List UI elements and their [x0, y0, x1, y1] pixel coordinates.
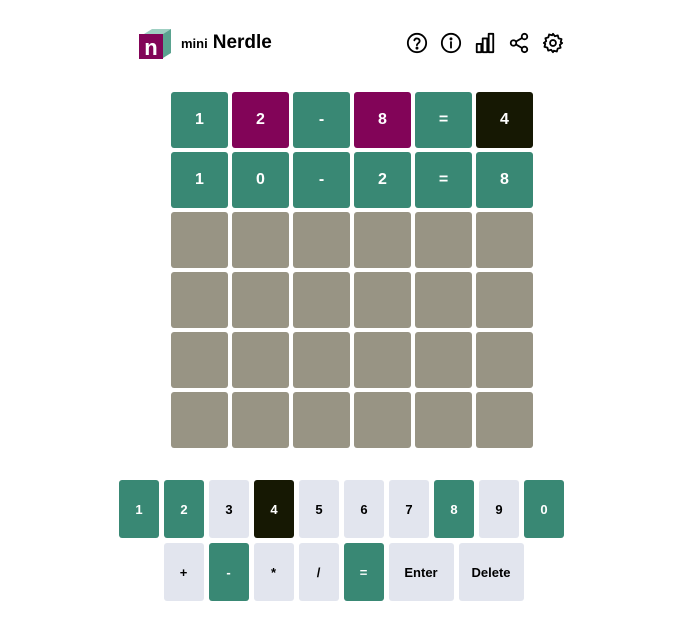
tile: = — [415, 152, 472, 208]
keyboard-row-operators: + - * / = Enter Delete — [0, 543, 679, 601]
help-icon[interactable] — [406, 32, 428, 54]
mini-label: mini — [181, 36, 208, 51]
tile: 4 — [476, 92, 533, 148]
tile: - — [293, 152, 350, 208]
tile: 1 — [171, 92, 228, 148]
stats-icon[interactable] — [474, 32, 496, 54]
guess-row-2: 1 0 - 2 = 8 — [171, 152, 533, 208]
key-9[interactable]: 9 — [479, 480, 519, 538]
game-board: 1 2 - 8 = 4 1 0 - 2 = 8 — [171, 92, 533, 452]
key-minus[interactable]: - — [208, 543, 249, 601]
tile — [232, 332, 289, 388]
tile: - — [293, 92, 350, 148]
tile — [415, 212, 472, 268]
tile — [293, 212, 350, 268]
tile — [354, 332, 411, 388]
key-1[interactable]: 1 — [119, 480, 159, 538]
key-3[interactable]: 3 — [209, 480, 249, 538]
header-icons — [406, 32, 564, 54]
settings-icon[interactable] — [542, 32, 564, 54]
info-icon[interactable] — [440, 32, 462, 54]
logo-letter: n — [144, 35, 157, 60]
tile — [232, 272, 289, 328]
tile — [171, 332, 228, 388]
tile — [171, 212, 228, 268]
tile — [354, 272, 411, 328]
tile — [476, 272, 533, 328]
guess-row-5 — [171, 332, 533, 388]
tile — [232, 392, 289, 448]
enter-button[interactable]: Enter — [388, 543, 454, 601]
tile — [171, 392, 228, 448]
share-icon[interactable] — [508, 32, 530, 54]
brand: mini Nerdle — [181, 32, 272, 54]
tile — [354, 392, 411, 448]
key-8[interactable]: 8 — [434, 480, 474, 538]
key-equals[interactable]: = — [343, 543, 384, 601]
tile — [476, 332, 533, 388]
tile: 2 — [232, 92, 289, 148]
key-divide[interactable]: / — [298, 543, 339, 601]
tile — [293, 392, 350, 448]
tile — [476, 212, 533, 268]
tile — [232, 212, 289, 268]
tile: 0 — [232, 152, 289, 208]
key-6[interactable]: 6 — [344, 480, 384, 538]
tile — [293, 332, 350, 388]
key-5[interactable]: 5 — [299, 480, 339, 538]
tile — [476, 392, 533, 448]
keyboard-row-digits: 1 2 3 4 5 6 7 8 9 0 — [0, 480, 679, 538]
key-plus[interactable]: + — [163, 543, 204, 601]
tile — [293, 272, 350, 328]
guess-row-3 — [171, 212, 533, 268]
delete-button[interactable]: Delete — [458, 543, 524, 601]
guess-row-1: 1 2 - 8 = 4 — [171, 92, 533, 148]
tile: 8 — [354, 92, 411, 148]
guess-row-4 — [171, 272, 533, 328]
nerdle-logo-icon: n — [139, 29, 171, 60]
tile — [415, 272, 472, 328]
tile: = — [415, 92, 472, 148]
tile — [415, 332, 472, 388]
key-2[interactable]: 2 — [164, 480, 204, 538]
key-7[interactable]: 7 — [389, 480, 429, 538]
tile — [354, 212, 411, 268]
on-screen-keyboard: 1 2 3 4 5 6 7 8 9 0 + - * / = Enter Dele… — [0, 480, 679, 606]
key-4[interactable]: 4 — [254, 480, 294, 538]
tile: 8 — [476, 152, 533, 208]
tile: 2 — [354, 152, 411, 208]
app-title: Nerdle — [212, 32, 272, 53]
tile: 1 — [171, 152, 228, 208]
key-multiply[interactable]: * — [253, 543, 294, 601]
key-0[interactable]: 0 — [524, 480, 564, 538]
guess-row-6 — [171, 392, 533, 448]
tile — [171, 272, 228, 328]
tile — [415, 392, 472, 448]
header: n mini Nerdle — [138, 28, 564, 60]
